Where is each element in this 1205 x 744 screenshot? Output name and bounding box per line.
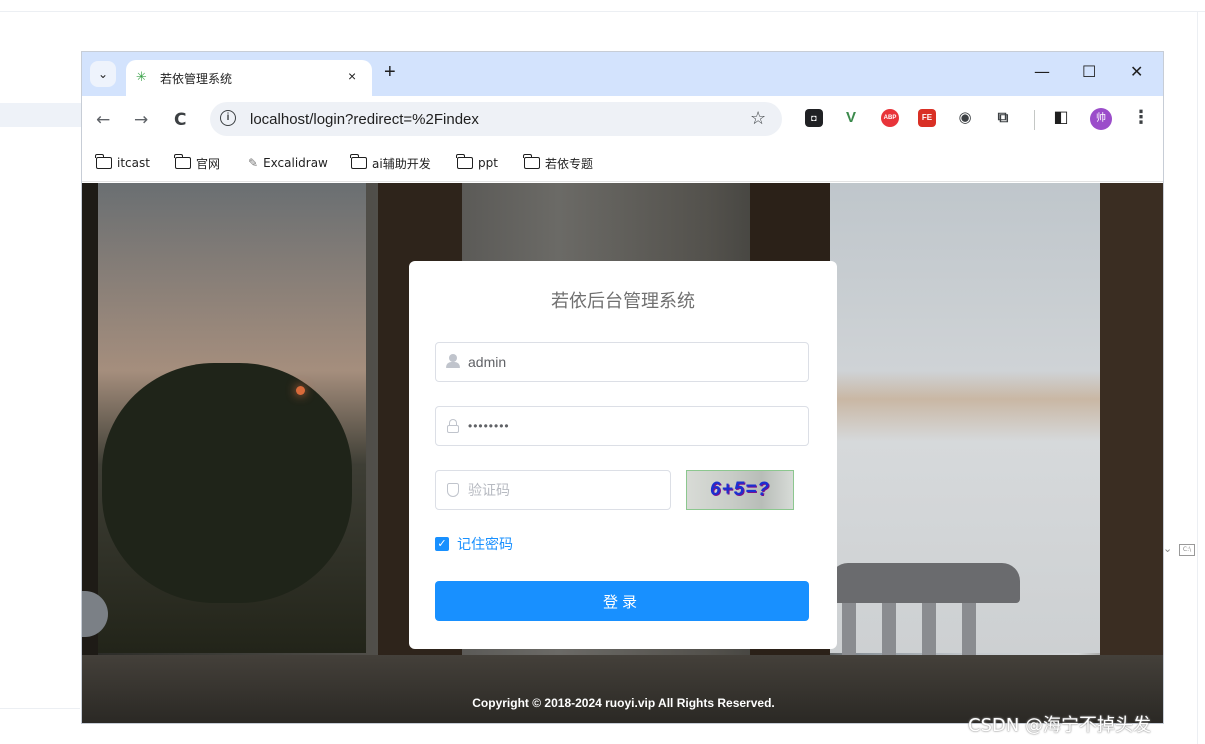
login-title: 若依后台管理系统	[551, 291, 695, 312]
bookmark-label: ai辅助开发	[372, 156, 431, 171]
bookmark-ai-dev[interactable]: ai辅助开发	[350, 153, 431, 173]
folder-icon	[95, 154, 112, 169]
captcha-image[interactable]: 6+5=?	[686, 470, 794, 510]
toolbar-separator	[1034, 110, 1035, 130]
bookmark-official[interactable]: 官网	[174, 153, 221, 173]
bookmark-star-icon[interactable]: ☆	[750, 108, 766, 129]
background-light	[296, 386, 305, 395]
bookmark-itcast[interactable]: itcast	[95, 153, 150, 173]
minimize-button[interactable]: —	[1034, 62, 1050, 81]
background-divider	[0, 708, 80, 709]
bookmark-label: 若依专题	[545, 156, 594, 171]
folder-icon	[523, 154, 540, 169]
password-field[interactable]	[435, 406, 809, 446]
lock-icon	[447, 419, 459, 433]
forward-button[interactable]: →	[134, 110, 148, 130]
excalidraw-icon: ✎	[248, 156, 259, 170]
chevron-down-icon: ⌄	[97, 67, 109, 81]
tab-strip: ⌄ ✳ 若依管理系统 × + — ☐ ✕	[82, 52, 1163, 96]
reload-button[interactable]: C	[174, 110, 186, 130]
background-chair	[830, 563, 1020, 603]
chevron-down-icon: ⌄	[1163, 542, 1173, 555]
folder-icon	[456, 154, 473, 169]
bookmark-label: ppt	[478, 156, 498, 170]
tab-title: 若依管理系统	[160, 72, 233, 86]
browser-window: ⌄ ✳ 若依管理系统 × + — ☐ ✕ ← → C i localhost/l…	[81, 51, 1164, 724]
back-button[interactable]: ←	[96, 110, 110, 130]
side-panel-icon[interactable]: ◧	[1052, 109, 1070, 127]
username-field[interactable]	[435, 342, 809, 382]
browser-tab[interactable]: ✳ 若依管理系统 ×	[126, 60, 372, 96]
copilot-extension-icon[interactable]: ◉	[956, 109, 974, 127]
watermark: CSDN @海宁不掉头发	[968, 715, 1152, 736]
window-frame	[82, 183, 98, 723]
bookmark-ruoyi-topic[interactable]: 若依专题	[523, 153, 594, 173]
close-tab-icon[interactable]: ×	[348, 68, 356, 84]
login-button[interactable]: 登录	[435, 581, 809, 621]
bookmark-ppt[interactable]: ppt	[456, 153, 498, 173]
browser-menu-icon[interactable]: ⋮	[1132, 107, 1150, 128]
remember-password-label[interactable]: 记住密码	[457, 534, 513, 554]
window-frame	[1100, 183, 1163, 723]
shield-icon	[447, 483, 459, 497]
copyright-footer: Copyright © 2018-2024 ruoyi.vip All Righ…	[472, 696, 775, 710]
adblock-plus-icon[interactable]: ABP	[881, 109, 899, 127]
url-text[interactable]: localhost/login?redirect=%2Findex	[250, 111, 479, 128]
checkbox-checked-icon[interactable]: ✓	[435, 537, 449, 551]
folder-icon	[174, 154, 191, 169]
browser-toolbar: ← → C i localhost/login?redirect=%2Finde…	[82, 96, 1163, 144]
captcha-input[interactable]	[468, 479, 658, 501]
address-bar[interactable]: i localhost/login?redirect=%2Findex ☆	[210, 102, 782, 136]
new-tab-button[interactable]: +	[384, 62, 396, 82]
close-window-button[interactable]: ✕	[1130, 62, 1143, 81]
remember-password-checkbox[interactable]: ✓ 记住密码	[435, 535, 513, 553]
extensions-puzzle-icon[interactable]: ⧉	[994, 109, 1012, 127]
tab-search-button[interactable]: ⌄	[90, 61, 116, 87]
background-widget: ⌄ C:\	[1163, 530, 1205, 570]
bookmark-label: 官网	[196, 156, 221, 171]
bookmark-excalidraw[interactable]: ✎ Excalidraw	[248, 153, 328, 173]
desktop: ⌄ C:\ ⌄ ✳ 若依管理系统 × + — ☐ ✕ ← → C i local…	[0, 0, 1205, 744]
background-trees	[102, 363, 352, 603]
bookmark-label: Excalidraw	[263, 156, 328, 170]
captcha-field[interactable]	[435, 470, 671, 510]
user-icon	[446, 353, 460, 369]
maximize-button[interactable]: ☐	[1082, 62, 1096, 81]
profile-avatar[interactable]: 帅	[1090, 108, 1112, 130]
username-input[interactable]	[468, 351, 798, 373]
folder-icon	[350, 154, 367, 169]
ruoyi-leaf-icon: ✳	[136, 69, 147, 84]
bookmark-label: itcast	[117, 156, 150, 170]
vue-devtools-icon[interactable]: V	[842, 109, 860, 127]
console-icon: C:\	[1179, 544, 1195, 556]
background-divider	[1197, 11, 1198, 744]
password-input[interactable]	[468, 415, 798, 437]
page-viewport: 若依后台管理系统 6+5=? ✓ 记住密码	[82, 183, 1163, 723]
background-panel	[0, 103, 82, 127]
site-info-icon[interactable]: i	[220, 110, 236, 126]
tampermonkey-icon[interactable]: ◘	[805, 109, 823, 127]
background-divider	[0, 11, 1205, 12]
bookmarks-bar: itcast 官网 ✎ Excalidraw ai辅助开发 ppt 若依专题	[82, 144, 1163, 182]
fe-helper-icon[interactable]: FE	[918, 109, 936, 127]
login-form: 若依后台管理系统 6+5=? ✓ 记住密码	[409, 261, 837, 649]
